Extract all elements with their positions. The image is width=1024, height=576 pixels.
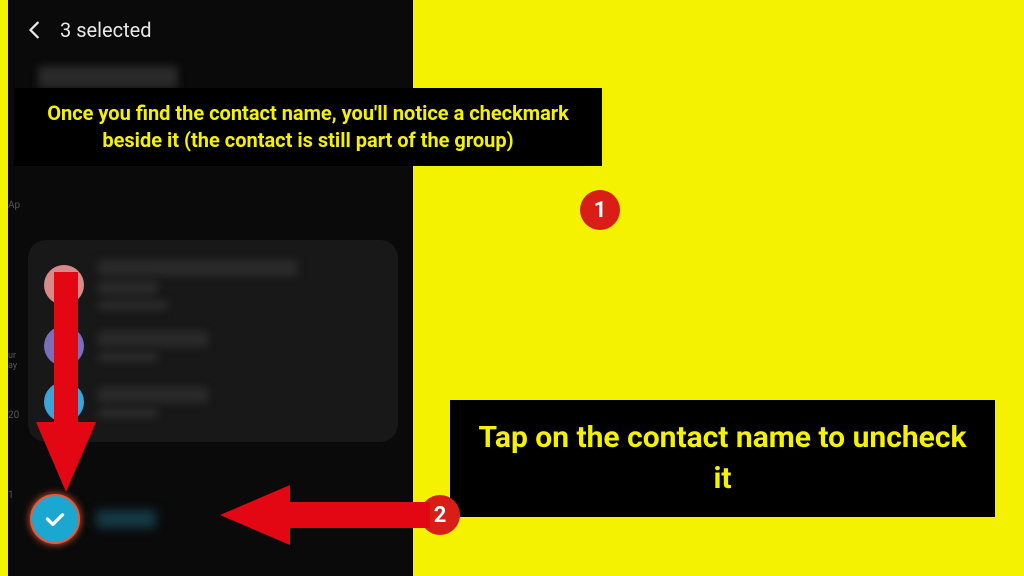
selection-header: 3 selected [8, 0, 413, 56]
side-label-20: 20 [8, 410, 19, 421]
side-label-ap: Ap [8, 200, 20, 211]
annotation-step1: Once you find the contact name, you'll n… [14, 88, 602, 166]
arrow-down-icon [36, 272, 96, 492]
checkmark-icon[interactable] [30, 494, 80, 544]
step-badge-1: 1 [580, 190, 620, 230]
blurred-top-contact [8, 56, 413, 88]
side-labels-left: ur ay [8, 352, 16, 372]
annotation-step2: Tap on the contact name to uncheck it [450, 400, 995, 517]
header-title: 3 selected [60, 18, 152, 42]
back-icon[interactable] [24, 19, 46, 41]
contact-text [98, 331, 382, 362]
contact-text [98, 387, 382, 418]
arrow-left-icon [220, 480, 430, 550]
selected-contact-name [96, 510, 156, 528]
side-label-1: 1 [8, 490, 14, 501]
contact-text [98, 260, 382, 310]
